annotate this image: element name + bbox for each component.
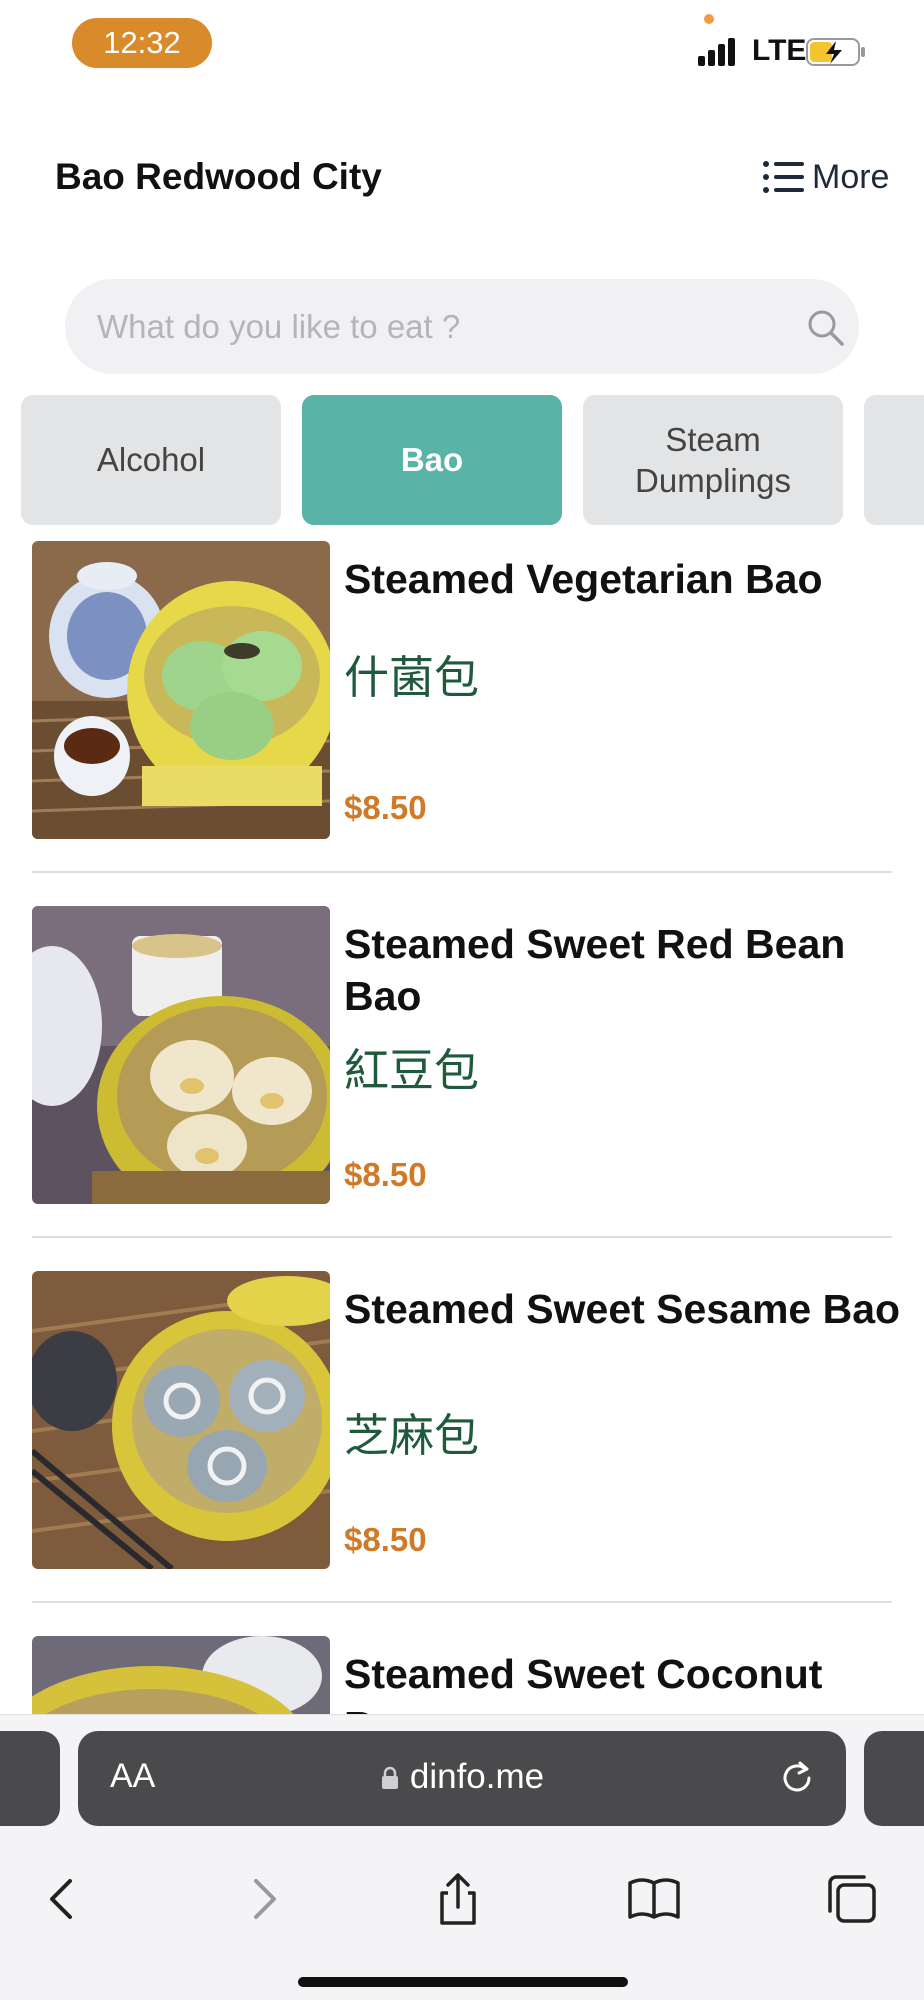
url-text: dinfo.me <box>409 1757 545 1796</box>
menu-item-name: Steamed Vegetarian Bao <box>344 556 823 602</box>
previous-tab-preview[interactable] <box>0 1731 60 1826</box>
tab-bao[interactable]: Bao <box>302 395 562 525</box>
next-tab-preview[interactable] <box>864 1731 924 1826</box>
divider <box>32 1601 892 1603</box>
menu-list: Steamed Vegetarian Bao 什菌包 $8.50 Steamed… <box>0 540 924 1714</box>
tab-next-category[interactable] <box>864 395 924 525</box>
list-icon <box>763 161 804 193</box>
reload-icon[interactable] <box>776 1757 818 1799</box>
menu-item[interactable]: Steamed Sweet Sesame Bao 芝麻包 $8.50 <box>0 1271 924 1636</box>
battery-charging-icon <box>806 38 865 66</box>
menu-item[interactable]: Steamed Sweet Coconut Bao <box>0 1636 924 1714</box>
menu-item[interactable]: Steamed Vegetarian Bao 什菌包 $8.50 <box>0 541 924 906</box>
address-bar[interactable]: AA dinfo.me <box>78 1731 846 1826</box>
site-header: Bao Redwood City More <box>0 140 924 220</box>
menu-item-name: Steamed Sweet Sesame Bao <box>344 1286 901 1332</box>
search-bar <box>65 279 859 374</box>
menu-item-photo <box>32 906 330 1204</box>
more-label: More <box>812 157 890 196</box>
menu-item[interactable]: Steamed Sweet Red Bean Bao 紅豆包 $8.50 <box>0 906 924 1271</box>
menu-item-price: $8.50 <box>344 789 427 826</box>
tab-label: Alcohol <box>96 441 206 479</box>
lock-icon <box>381 1766 398 1789</box>
browser-nav-row <box>0 1855 924 1935</box>
browser-toolbar: AA dinfo.me <box>0 1714 924 2000</box>
tab-alcohol[interactable]: Alcohol <box>21 395 281 525</box>
forward-icon[interactable] <box>236 1871 292 1927</box>
url-display[interactable]: dinfo.me <box>78 1757 846 1797</box>
divider <box>32 871 892 873</box>
menu-item-photo <box>32 541 330 839</box>
cellular-signal-icon <box>698 36 742 66</box>
menu-item-price: $8.50 <box>344 1521 427 1558</box>
menu-item-name: Steamed Sweet Coconut Bao <box>344 1651 823 1714</box>
back-icon[interactable] <box>34 1871 90 1927</box>
search-icon[interactable] <box>805 307 845 347</box>
search-input[interactable] <box>97 279 777 374</box>
share-icon[interactable] <box>430 1871 486 1927</box>
menu-item-chinese-name: 什菌包 <box>344 651 480 704</box>
divider <box>32 1236 892 1238</box>
menu-item-photo <box>32 1271 330 1569</box>
bookmarks-icon[interactable] <box>626 1871 682 1927</box>
tab-label: Steam Dumplings <box>635 420 791 499</box>
menu-item-chinese-name: 紅豆包 <box>344 1044 480 1097</box>
status-bar: 12:32 LTE <box>0 0 924 100</box>
menu-item-chinese-name: 芝麻包 <box>344 1409 480 1462</box>
tabs-icon[interactable] <box>824 1871 880 1927</box>
privacy-indicator-dot <box>704 14 714 24</box>
more-button[interactable]: More <box>762 154 889 200</box>
tab-label: Bao <box>400 441 464 479</box>
status-time: 12:32 <box>72 18 212 68</box>
restaurant-title: Bao Redwood City <box>55 156 382 197</box>
menu-item-photo <box>32 1636 330 1714</box>
menu-item-price: $8.50 <box>344 1156 427 1193</box>
network-label: LTE <box>752 34 807 67</box>
category-tabs: Alcohol Bao Steam Dumplings <box>0 395 924 525</box>
menu-item-name: Steamed Sweet Red Bean Bao <box>344 921 846 1019</box>
tab-steam-dumplings[interactable]: Steam Dumplings <box>583 395 843 525</box>
home-indicator[interactable] <box>298 1977 628 1987</box>
